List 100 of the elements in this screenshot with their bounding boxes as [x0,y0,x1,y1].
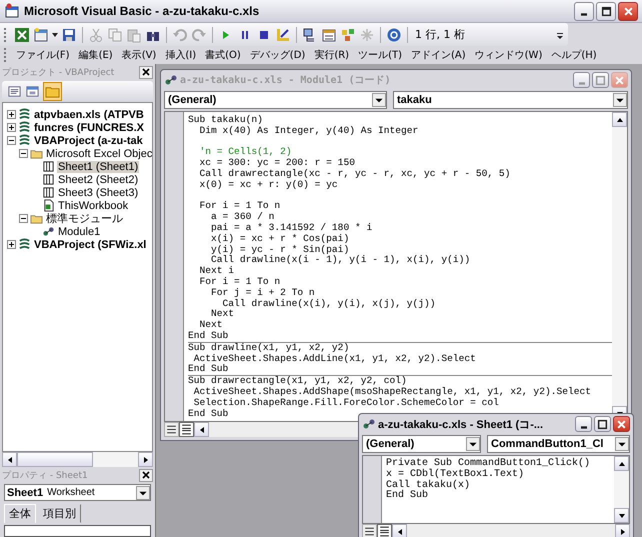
tree-item[interactable]: Sheet3 (Sheet3) [57,186,140,198]
excel-icon[interactable] [14,26,30,42]
object-dropdown[interactable]: (General) [362,434,481,452]
close-icon [622,6,634,16]
tab[interactable]: 項目別 [38,504,81,523]
collapse-icon[interactable] [19,149,28,158]
tree-item[interactable]: atpvbaen.xls (ATPVB [33,108,145,120]
close-icon [142,68,150,76]
view-object-icon[interactable] [25,84,40,98]
window-title: a-zu-takaku-c.xls - Module1 (コード) [180,74,392,87]
window-title: Microsoft Visual Basic - a-zu-takaku-c.xls [24,4,260,18]
close-icon [142,471,150,479]
object-browser-icon[interactable] [340,26,356,42]
code-line: End Sub [188,330,230,342]
tree-item[interactable]: Module1 [57,226,102,238]
code-line: Sub drawrectangle(x1, y1, x2, y2, col) [188,376,408,387]
code-line: x(0) = xc + r: y(0) = yc [198,180,339,191]
code-line: a = 360 / n [210,212,276,223]
menu-item[interactable]: 編集(E) [74,48,117,62]
menu-item[interactable]: アドイン(A) [406,48,470,62]
scroll-right-icon [142,456,150,464]
tree-item[interactable]: Sheet1 (Sheet1) [57,160,140,172]
procedure-view-icon[interactable] [164,422,179,437]
form-icon[interactable] [33,26,49,42]
help-icon[interactable] [386,26,402,42]
design-mode-icon[interactable] [275,26,291,42]
minimize-button[interactable] [574,2,594,20]
expand-icon[interactable] [7,123,16,132]
code-line: Call drawline(x(i - 1), y(i - 1), x(i), y(i)) [210,255,472,266]
procedure-view-icon[interactable] [362,524,377,537]
code-line: For i = 1 To n [198,276,282,288]
code-line: Selection.ShapeRange.Fill.ForeColor.SchemeColor = col [192,398,500,409]
expand-icon[interactable] [7,110,16,119]
close-button[interactable] [139,66,153,78]
menu-item[interactable]: ヘルプ(H) [546,48,601,62]
code-line: x = CDbl(TextBox1.Text) [386,470,526,480]
code-line: y(i) = yc - r * Sin(pai) [210,244,350,255]
caret-icon[interactable] [52,32,58,36]
code-line: ActiveSheet.Shapes.AddLine(x1, y1, x2, y2).Select [192,354,477,364]
scroll-up-icon [618,460,626,468]
tree-item[interactable]: funcres (FUNCRES.X [33,122,146,134]
expand-icon[interactable] [7,240,16,249]
toggle-folders-button[interactable] [43,82,62,100]
tree-item[interactable]: Sheet2 (Sheet2) [57,174,140,186]
project-icon [18,121,31,134]
tab[interactable]: 全体 [4,504,36,523]
tree-item[interactable]: VBAProject (SFWiz.xl [33,238,148,250]
collapse-icon[interactable] [19,214,28,223]
code-line: Next i [198,266,236,277]
collapse-icon[interactable] [7,136,16,145]
full-module-view-icon[interactable] [179,422,194,437]
tree-item[interactable]: 標準モジュール [45,211,124,226]
menu-item[interactable]: ファイル(F) [11,48,74,62]
pane-title: プロジェクト - VBAProject [2,66,114,78]
close-button[interactable] [139,468,153,482]
pane-title: プロパティ - Sheet1 [2,469,88,482]
menu-item[interactable]: 書式(O) [200,48,245,62]
tree-item[interactable]: Microsoft Excel Objec [45,148,152,160]
minimize-icon [581,12,587,16]
save-icon[interactable] [61,26,77,42]
tree-item[interactable]: VBAProject (a-zu-tak [33,134,144,146]
sheet-icon [42,186,55,199]
code-line: For j = i + 2 To n [210,288,316,299]
menu-item[interactable]: 挿入(I) [160,48,200,62]
code-line: xc = 300: yc = 200: r = 150 [198,158,356,169]
horizontal-scrollbar[interactable] [2,452,153,467]
maximize-icon [595,74,606,86]
properties-icon[interactable] [321,26,337,42]
margin-indicator-bar [363,456,382,523]
code-line: pai = a * 3.141592 / 180 * i [210,222,374,234]
full-module-view-icon[interactable] [377,524,392,537]
procedure-dropdown[interactable]: CommandButton1_Cl [487,434,630,452]
maximize-button[interactable] [594,416,611,432]
menu-item[interactable]: デバッグ(D) [244,48,310,62]
view-code-icon[interactable] [7,84,22,98]
code-line: Next [210,309,236,320]
project-icon [18,238,31,251]
menu-item[interactable]: ツール(T) [353,48,406,62]
code-line: End Sub [188,364,230,376]
scroll-down-icon [618,512,626,520]
code-line: Call takaku(x) [386,480,470,491]
scroll-right-icon [618,528,626,536]
close-button[interactable] [613,416,630,432]
menu-item[interactable]: ウィンドウ(W) [470,48,546,62]
object-dropdown[interactable]: Sheet1 Worksheet [4,484,151,501]
procedure-dropdown[interactable]: takaku [393,90,628,108]
code-line: Call drawrectangle(xc - r, yc - r, xc, yc + r - 50, 5) [198,168,512,180]
maximize-button[interactable] [596,2,616,20]
close-button[interactable] [618,2,638,20]
window-title: a-zu-takaku-c.xls - Sheet1 (コ-... [378,418,544,432]
minimize-button[interactable] [575,416,592,432]
object-dropdown[interactable]: (General) [164,90,387,108]
tree-item[interactable]: ThisWorkbook [57,200,130,212]
close-icon [616,418,627,430]
menu-item[interactable]: 実行(R) [309,48,354,62]
code-line: Sub drawline(x1, y1, x2, y2) [188,342,350,354]
vertical-scrollbar[interactable] [614,456,629,523]
module-icon [164,73,178,87]
minimize-icon [580,426,586,428]
menu-item[interactable]: 表示(V) [116,48,160,62]
